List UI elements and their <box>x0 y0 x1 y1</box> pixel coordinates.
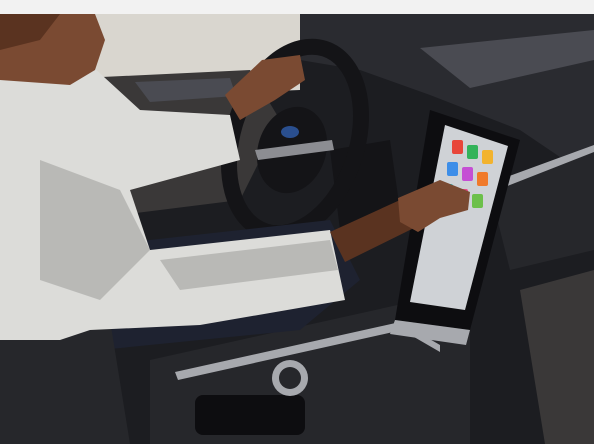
gear-dial-center <box>279 367 301 389</box>
app-tile <box>452 140 463 154</box>
car-interior-illustration <box>0 0 594 444</box>
app-tile <box>472 194 483 208</box>
app-tile <box>477 172 488 186</box>
app-tile <box>447 162 458 176</box>
app-tile <box>462 167 473 181</box>
app-tile <box>482 150 493 164</box>
app-tile <box>467 145 478 159</box>
ford-oval-icon <box>281 126 299 138</box>
cup-holder <box>195 395 305 435</box>
top-border <box>0 0 594 14</box>
car-interior-photo <box>0 0 594 444</box>
